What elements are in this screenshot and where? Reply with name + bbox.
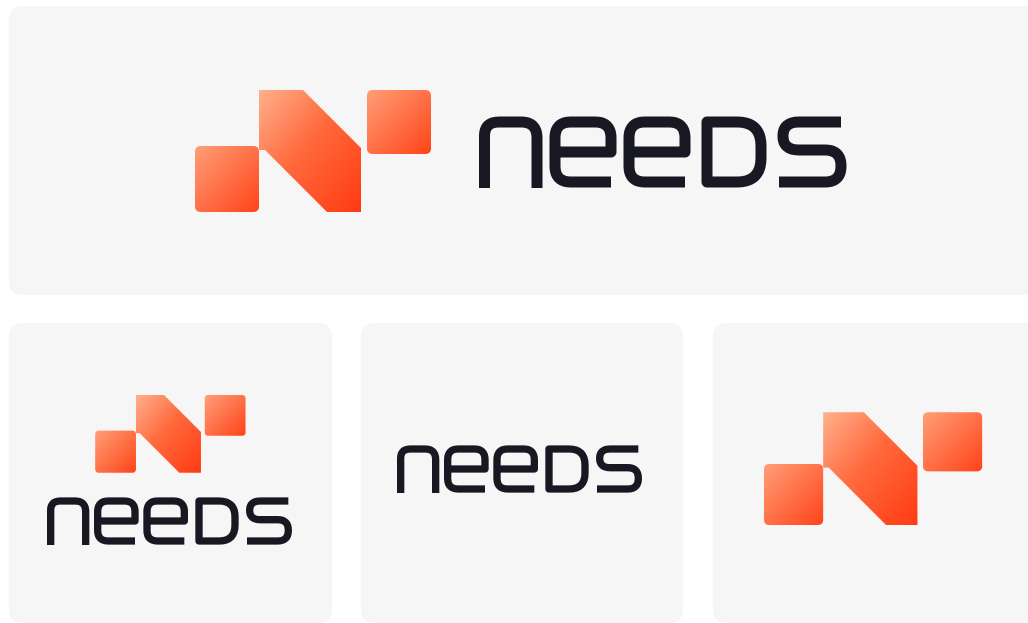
needs-wordmark-icon — [479, 116, 847, 188]
logo-card-horizontal: needs — [9, 6, 1028, 295]
needs-symbol-icon — [95, 395, 246, 473]
needs-symbol-icon — [764, 412, 983, 525]
logo-card-wordmark — [361, 323, 683, 623]
logo-card-stacked — [9, 323, 332, 623]
brand-name: needs — [9, 6, 10, 7]
needs-symbol-icon — [195, 90, 431, 212]
logo-card-symbol — [713, 323, 1028, 623]
needs-wordmark-icon — [397, 445, 642, 493]
needs-wordmark-icon — [47, 497, 292, 545]
